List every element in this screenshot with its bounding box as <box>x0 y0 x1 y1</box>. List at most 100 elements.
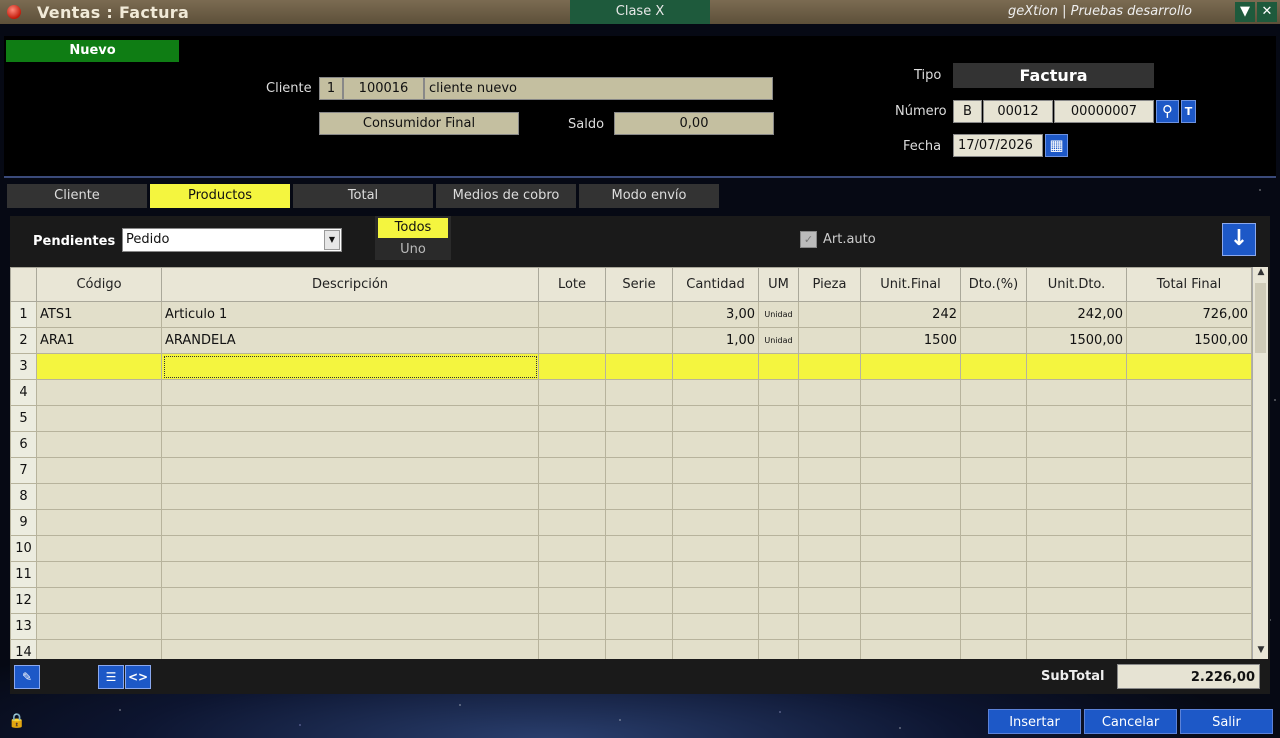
close-dot-icon[interactable] <box>7 5 21 19</box>
cell-total-final[interactable] <box>1126 483 1252 510</box>
col-header-cantidad[interactable]: Cantidad <box>672 267 759 302</box>
cell-dto[interactable] <box>960 405 1027 432</box>
cell-um[interactable] <box>758 483 799 510</box>
cell-lote[interactable] <box>538 509 606 536</box>
cell-unit-dto[interactable] <box>1026 405 1127 432</box>
cell-pieza[interactable] <box>798 405 861 432</box>
cell-descripcion[interactable]: Articulo 1 <box>161 301 539 328</box>
cell-cantidad[interactable] <box>672 431 759 458</box>
table-row[interactable]: 8 <box>10 483 1252 510</box>
cell-dto[interactable] <box>960 483 1027 510</box>
cell-codigo[interactable] <box>36 535 162 562</box>
cell-unit-final[interactable] <box>860 457 961 484</box>
cell-lote[interactable] <box>538 301 606 328</box>
tab-cliente[interactable]: Cliente <box>7 184 147 208</box>
tab-productos[interactable]: Productos <box>150 184 290 208</box>
cell-total-final[interactable] <box>1126 353 1252 380</box>
cell-dto[interactable] <box>960 509 1027 536</box>
table-row[interactable]: 4 <box>10 379 1252 406</box>
cell-total-final[interactable]: 1500,00 <box>1126 327 1252 354</box>
cell-serie[interactable] <box>605 639 673 659</box>
cell-um[interactable] <box>758 509 799 536</box>
cell-dto[interactable] <box>960 587 1027 614</box>
cell-pieza[interactable] <box>798 639 861 659</box>
cell-lote[interactable] <box>538 353 606 380</box>
cell-unit-dto[interactable] <box>1026 457 1127 484</box>
cell-serie[interactable] <box>605 431 673 458</box>
cell-lote[interactable] <box>538 535 606 562</box>
cell-unit-dto[interactable] <box>1026 509 1127 536</box>
cell-cantidad[interactable] <box>672 379 759 406</box>
cell-total-final[interactable] <box>1126 587 1252 614</box>
cell-descripcion[interactable] <box>161 379 539 406</box>
cell-unit-dto[interactable]: 1500,00 <box>1026 327 1127 354</box>
edit-note-icon[interactable]: ✎ <box>14 665 40 689</box>
search-icon[interactable]: ⚲ <box>1156 100 1179 123</box>
fecha-field[interactable]: 17/07/2026 <box>953 134 1043 157</box>
cell-pieza[interactable] <box>798 431 861 458</box>
cell-unit-dto[interactable] <box>1026 613 1127 640</box>
cell-codigo[interactable] <box>36 353 162 380</box>
cell-total-final[interactable] <box>1126 613 1252 640</box>
cell-cantidad[interactable] <box>672 561 759 588</box>
cell-unit-final[interactable] <box>860 483 961 510</box>
col-header-pieza[interactable]: Pieza <box>798 267 861 302</box>
col-header-serie[interactable]: Serie <box>605 267 673 302</box>
cell-descripcion[interactable] <box>161 535 539 562</box>
cell-serie[interactable] <box>605 457 673 484</box>
cell-cantidad[interactable] <box>672 405 759 432</box>
cell-dto[interactable] <box>960 535 1027 562</box>
todos-option[interactable]: Todos <box>378 218 448 238</box>
table-row[interactable]: 1 ATS1 Articulo 1 3,00 Unidad 242 242,00 726,00 <box>10 301 1252 328</box>
cell-descripcion[interactable] <box>161 509 539 536</box>
cell-descripcion[interactable] <box>161 353 539 380</box>
condicion-iva-field[interactable]: Consumidor Final <box>319 112 519 135</box>
cliente-code-field[interactable]: 100016 <box>343 77 424 100</box>
cell-codigo[interactable] <box>36 405 162 432</box>
close-icon[interactable]: ✕ <box>1257 2 1277 22</box>
pendientes-select[interactable]: Pedido ▼ <box>122 228 342 252</box>
scroll-thumb[interactable] <box>1255 283 1266 353</box>
cell-codigo[interactable] <box>36 509 162 536</box>
table-row[interactable]: 2 ARA1 ARANDELA 1,00 Unidad 1500 1500,00 1500,0… <box>10 327 1252 354</box>
calendar-icon[interactable]: ▦ <box>1045 134 1068 157</box>
art-auto-checkbox[interactable]: ✓ <box>800 231 817 248</box>
cell-pieza[interactable] <box>798 457 861 484</box>
col-header-total-final[interactable]: Total Final <box>1126 267 1252 302</box>
cell-total-final[interactable] <box>1126 457 1252 484</box>
cell-um[interactable] <box>758 535 799 562</box>
cell-cantidad[interactable]: 1,00 <box>672 327 759 354</box>
table-row[interactable]: 14 <box>10 639 1252 659</box>
cell-um[interactable] <box>758 353 799 380</box>
cell-cantidad[interactable] <box>672 613 759 640</box>
cell-dto[interactable] <box>960 613 1027 640</box>
cell-pieza[interactable] <box>798 353 861 380</box>
col-header-descripcion[interactable]: Descripción <box>161 267 539 302</box>
cell-total-final[interactable] <box>1126 639 1252 659</box>
cell-pieza[interactable] <box>798 301 861 328</box>
cell-descripcion[interactable] <box>161 405 539 432</box>
cell-pieza[interactable] <box>798 587 861 614</box>
cell-unit-final[interactable] <box>860 431 961 458</box>
cell-descripcion[interactable] <box>161 457 539 484</box>
cell-um[interactable] <box>758 405 799 432</box>
cell-codigo[interactable] <box>36 613 162 640</box>
cell-cantidad[interactable] <box>672 509 759 536</box>
cell-unit-final[interactable] <box>860 561 961 588</box>
cell-codigo[interactable] <box>36 457 162 484</box>
cell-serie[interactable] <box>605 379 673 406</box>
cell-descripcion[interactable] <box>161 639 539 659</box>
cell-pieza[interactable] <box>798 535 861 562</box>
cell-um[interactable] <box>758 457 799 484</box>
cell-lote[interactable] <box>538 587 606 614</box>
cell-descripcion[interactable] <box>161 613 539 640</box>
cell-serie[interactable] <box>605 587 673 614</box>
col-header-um[interactable]: UM <box>758 267 799 302</box>
grid-scrollbar[interactable]: ▲ ▼ <box>1252 267 1268 659</box>
cell-serie[interactable] <box>605 301 673 328</box>
cell-descripcion[interactable] <box>161 483 539 510</box>
table-row[interactable]: 9 <box>10 509 1252 536</box>
cell-unit-dto[interactable] <box>1026 379 1127 406</box>
cell-um[interactable] <box>758 587 799 614</box>
minimize-icon[interactable]: ▼ <box>1235 2 1255 22</box>
